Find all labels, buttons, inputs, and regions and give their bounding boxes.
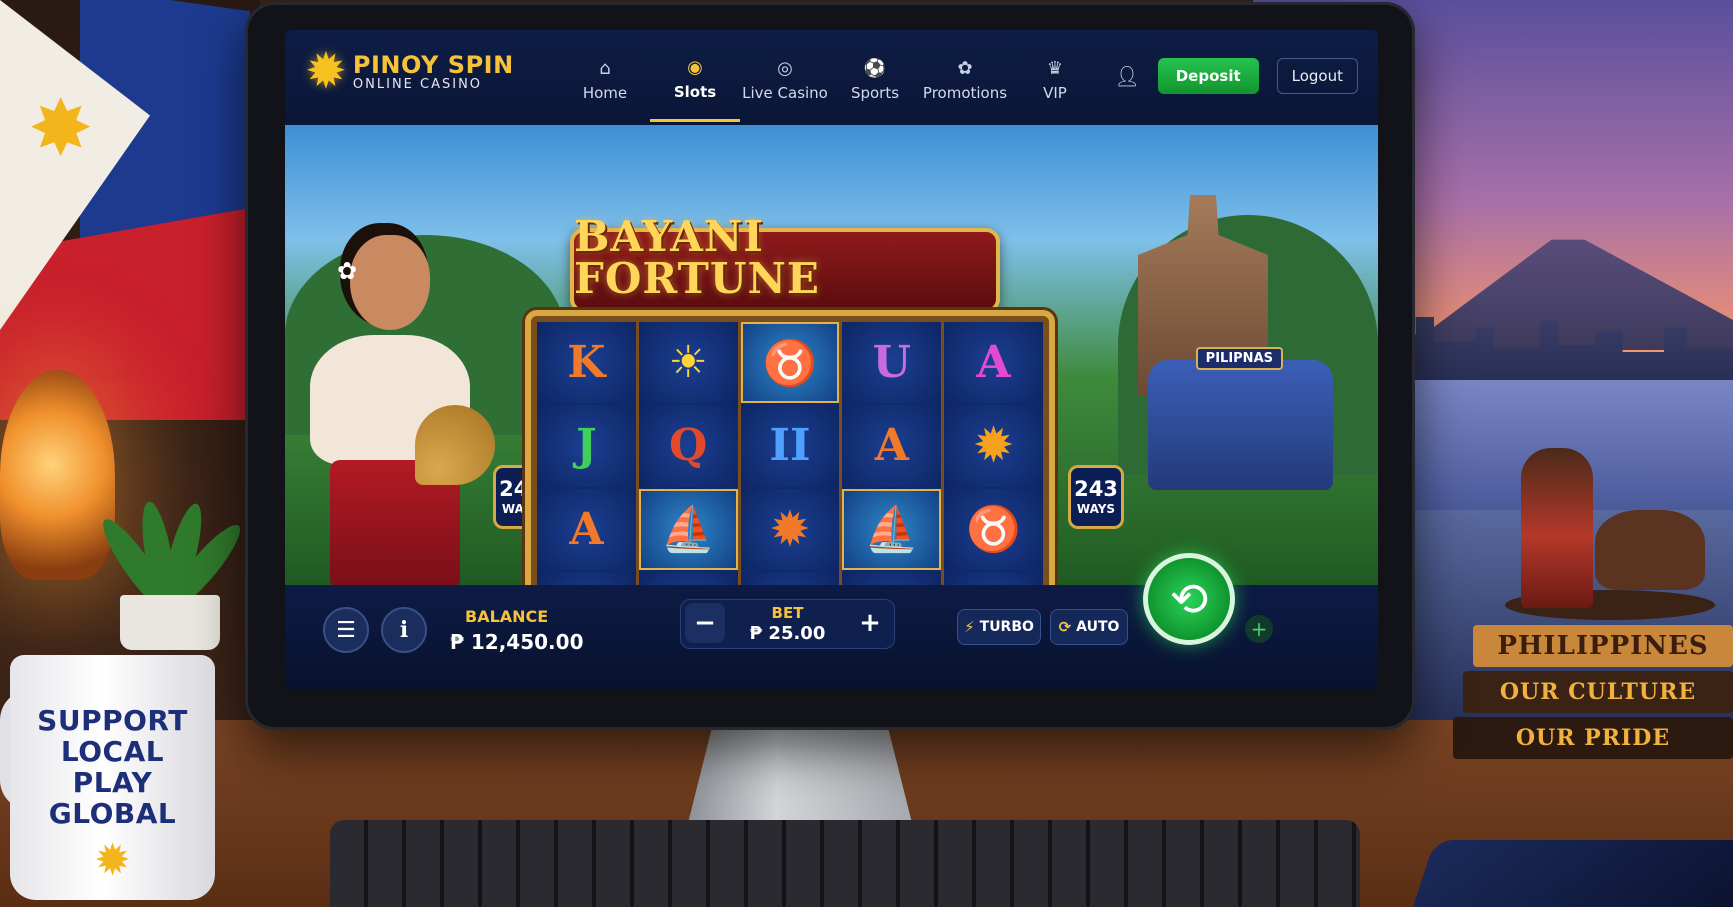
spin-button[interactable]: ⟲ xyxy=(1143,553,1235,645)
reel-symbol: II xyxy=(740,405,840,487)
reel-symbol: Q xyxy=(638,405,738,487)
woven-fan xyxy=(415,405,495,485)
top-navigation-bar: ✹ PINOY SPIN ONLINE CASINO ⌂ Home ◉ Slot… xyxy=(285,30,1378,125)
filipina-character: ✿ xyxy=(295,235,495,585)
turbo-label: TURBO xyxy=(979,619,1034,635)
mug-line: LOCAL xyxy=(60,735,165,768)
flag-sun-icon: ✸ xyxy=(28,84,94,174)
auto-button[interactable]: ⟳ AUTO xyxy=(1050,609,1128,645)
smartphone xyxy=(1413,840,1733,907)
spin-arrows-icon: ⟲ xyxy=(1169,572,1209,626)
mug-sun-icon: ✹ xyxy=(94,835,131,886)
user-profile-icon[interactable]: 👤︎ xyxy=(1114,64,1139,88)
nav-item-sports[interactable]: ⚽ Sports xyxy=(830,40,920,122)
account-actions: 👤︎ Deposit Logout xyxy=(1114,58,1358,94)
mug-line: SUPPORT xyxy=(37,704,188,737)
reel-symbol: A xyxy=(537,488,636,570)
philippine-flag: ✸ xyxy=(0,0,250,420)
hamburger-menu-icon: ☰ xyxy=(336,617,356,643)
jeepney-illustration xyxy=(1148,360,1333,490)
ways-number: 243 xyxy=(1074,476,1118,501)
hair-flower-icon: ✿ xyxy=(337,257,358,285)
mug-line: GLOBAL xyxy=(48,797,177,830)
nav-label: Promotions xyxy=(922,84,1008,102)
book-our-pride: OUR PRIDE xyxy=(1453,717,1733,759)
game-controls: ☰ i BALANCE ₱ 12,450.00 − BET ₱ 25.00 + … xyxy=(285,553,1378,690)
add-funds-button[interactable]: + xyxy=(1245,615,1273,643)
auto-label: AUTO xyxy=(1076,619,1120,635)
sun-logo-icon: ✹ xyxy=(305,42,347,100)
reel-symbol: ☀ xyxy=(638,322,738,404)
promotions-icon: ✿ xyxy=(957,58,973,79)
turbo-button[interactable]: ⚡︎ TURBO xyxy=(957,609,1041,645)
plant-pot xyxy=(120,595,220,650)
plus-icon: + xyxy=(1250,617,1268,641)
reel-symbol: A xyxy=(842,405,942,487)
potted-plant xyxy=(94,470,249,650)
ways-label: WAYS xyxy=(1076,501,1116,516)
nav-label: Sports xyxy=(850,84,900,102)
coffee-mug: SUPPORT LOCAL PLAY GLOBAL ✹ xyxy=(10,655,215,900)
nav-label: VIP xyxy=(1043,84,1067,102)
auto-play-icon: ⟳ xyxy=(1058,618,1072,636)
nav-label: Live Casino xyxy=(742,84,828,102)
book-stack: PHILIPPINES OUR CULTURE OUR PRIDE xyxy=(1453,625,1733,775)
reel-symbol: ♉ xyxy=(740,322,840,404)
reel-symbol: ⛵ xyxy=(638,488,738,570)
slots-icon: ◉ xyxy=(687,56,703,78)
nav-item-home[interactable]: ⌂ Home xyxy=(560,40,650,122)
game-stage: ✿ PILIPNAS BAYANI FORTUNE SPIN • WIN • P… xyxy=(285,125,1378,665)
nav-item-slots[interactable]: ◉ Slots xyxy=(650,40,740,122)
mug-line: PLAY xyxy=(72,766,153,799)
main-nav: ⌂ Home ◉ Slots ◎ Live Casino ⚽ Sports ✿ … xyxy=(560,40,1100,122)
jeepney-sign: PILIPNAS xyxy=(1195,347,1283,370)
reel-symbol: U xyxy=(842,322,942,404)
info-icon: i xyxy=(399,617,409,643)
nav-label: Home xyxy=(582,84,628,102)
live-casino-icon: ◎ xyxy=(777,58,793,79)
vip-icon: ♛ xyxy=(1046,58,1064,79)
reel-symbol: A xyxy=(944,322,1043,404)
nav-item-promotions[interactable]: ✿ Promotions xyxy=(920,40,1010,122)
home-icon: ⌂ xyxy=(599,58,611,79)
bet-increase-button[interactable]: + xyxy=(850,603,890,643)
deposit-button[interactable]: Deposit xyxy=(1157,58,1259,94)
character-head xyxy=(350,235,430,330)
keyboard xyxy=(330,820,1360,907)
reel-symbol: ♉ xyxy=(944,488,1043,570)
brand-subtitle: ONLINE CASINO xyxy=(352,76,483,92)
brand-logo[interactable]: ✹ PINOY SPIN ONLINE CASINO xyxy=(305,46,514,96)
reel-symbol: ✹ xyxy=(944,405,1043,487)
nav-item-live-casino[interactable]: ◎ Live Casino xyxy=(740,40,830,122)
book-our-culture: OUR CULTURE xyxy=(1463,671,1733,713)
monitor-stand xyxy=(685,725,915,835)
reel-symbol: ✹ xyxy=(740,488,840,570)
lightning-icon: ⚡︎ xyxy=(964,618,975,636)
balance-label: BALANCE xyxy=(465,607,549,626)
brand-text: PINOY SPIN ONLINE CASINO xyxy=(353,51,514,92)
ways-badge-right: 243 WAYS xyxy=(1068,465,1124,529)
book-philippines: PHILIPPINES xyxy=(1473,625,1733,667)
reel-symbol: ⛵ xyxy=(842,488,942,570)
game-title-plaque: BAYANI FORTUNE SPIN • WIN • PILIPINAS xyxy=(570,215,1000,326)
brand-name: PINOY SPIN xyxy=(352,50,514,79)
nav-label: Slots xyxy=(673,82,717,101)
carabao-figurine xyxy=(1595,510,1705,590)
plus-icon: + xyxy=(859,608,881,638)
bet-selector: − BET ₱ 25.00 + xyxy=(680,599,895,649)
nav-item-vip[interactable]: ♛ VIP xyxy=(1010,40,1100,122)
game-title: BAYANI FORTUNE xyxy=(574,211,820,303)
casino-screen: ✹ PINOY SPIN ONLINE CASINO ⌂ Home ◉ Slot… xyxy=(285,30,1378,690)
menu-button[interactable]: ☰ xyxy=(323,607,369,653)
sports-icon: ⚽ xyxy=(863,58,887,79)
reel-symbol: J xyxy=(537,405,636,487)
logout-button[interactable]: Logout xyxy=(1276,58,1358,94)
info-button[interactable]: i xyxy=(381,607,427,653)
reel-symbol: K xyxy=(537,322,636,404)
balance-value: ₱ 12,450.00 xyxy=(450,630,584,654)
filipina-figurine xyxy=(1521,448,1593,608)
